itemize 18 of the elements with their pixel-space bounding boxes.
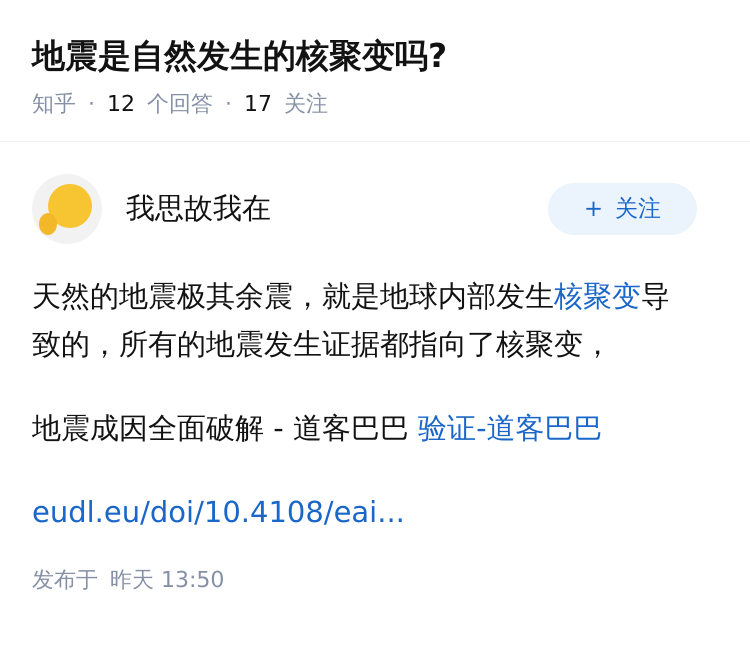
avatar-icon	[32, 174, 102, 244]
link[interactable]: 验证-道客巴巴	[418, 411, 603, 445]
meta-count: 17	[244, 91, 272, 119]
meta-label: 关注	[284, 91, 328, 119]
answer-paragraph: 天然的地震极其余震，就是地球内部发生核聚变导致的，所有的地震发生证据都指向了核聚变，	[32, 278, 671, 363]
link[interactable]: 核聚变	[554, 279, 641, 313]
meta-label: 个回答	[147, 91, 213, 119]
link[interactable]: eudl.eu/doi/10.4108/eai...	[32, 495, 405, 529]
meta-count: 12	[107, 91, 135, 119]
follow-button[interactable]: + 关注	[548, 183, 697, 235]
meta-label: 知乎	[32, 91, 76, 119]
publish-label: 发布于	[32, 567, 98, 595]
meta-separator: ·	[88, 91, 95, 119]
question-title: 地震是自然发生的核聚变吗?	[32, 36, 448, 76]
answer-paragraph: 地震成因全面破解 - 道客巴巴 验证-道客巴巴	[32, 410, 604, 447]
meta-separator: ·	[225, 91, 232, 119]
author-name[interactable]: 我思故我在	[126, 187, 271, 231]
publish-time: 昨天 13:50	[110, 567, 224, 595]
